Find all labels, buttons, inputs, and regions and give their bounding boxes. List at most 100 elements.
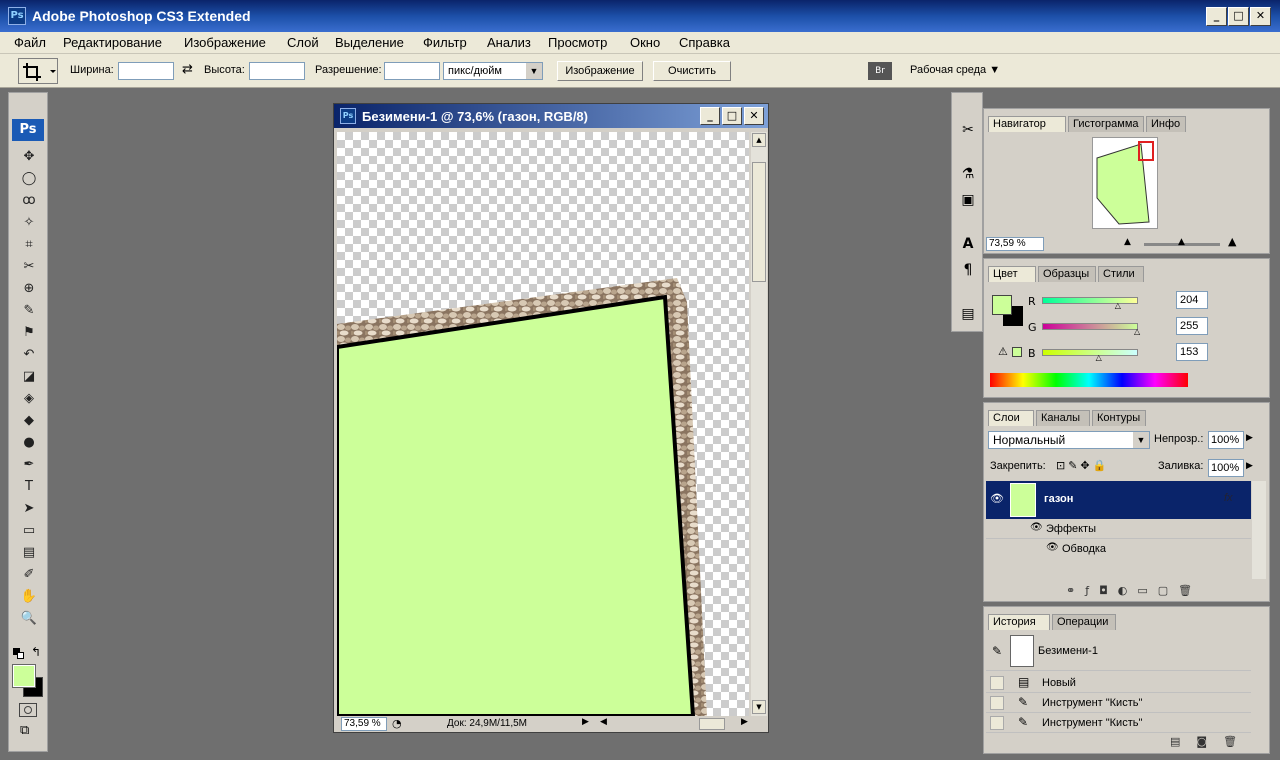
paint-bucket-icon[interactable]: ◈ [17,389,41,409]
r-slider-thumb-icon[interactable]: △ [1115,301,1121,310]
clone-source-icon[interactable]: ⚗ [956,163,980,185]
slice-tool-icon[interactable]: ✂ [17,257,41,277]
tab-channels[interactable]: Каналы [1036,410,1090,426]
doc-close-button[interactable]: ✕ [744,107,764,125]
maximize-button[interactable]: □ [1228,7,1249,26]
doc-maximize-button[interactable]: □ [722,107,742,125]
history-item-brush-2[interactable]: ✎ Инструмент "Кисть" [986,713,1251,733]
layers-scrollbar[interactable] [1252,481,1266,579]
healing-brush-icon[interactable]: ⊕ [17,279,41,299]
foreground-color-swatch[interactable] [12,664,36,688]
menu-filter[interactable]: Фильтр [423,35,467,50]
menu-file[interactable]: Файл [14,35,46,50]
menu-select[interactable]: Выделение [335,35,404,50]
tab-swatches[interactable]: Образцы [1038,266,1096,282]
r-value-input[interactable]: 204 [1176,291,1208,309]
tab-paths[interactable]: Контуры [1092,410,1146,426]
g-value-input[interactable]: 255 [1176,317,1208,335]
dodge-tool-icon[interactable]: ● [17,433,41,453]
scroll-right-icon[interactable]: ▶ [741,717,748,727]
resolution-input[interactable] [384,62,440,80]
menu-image[interactable]: Изображение [184,35,266,50]
zoom-in-icon[interactable]: ▲ [1228,235,1236,248]
menu-edit[interactable]: Редактирование [63,35,162,50]
tab-actions[interactable]: Операции [1052,614,1116,630]
clear-button[interactable]: Очистить [653,61,731,81]
document-title-bar[interactable]: Ps Безимени-1 @ 73,6% (газон, RGB/8) _ □… [334,104,768,128]
vertical-scrollbar[interactable]: ▲ ▼ [751,132,767,716]
front-image-button[interactable]: Изображение [557,61,643,81]
document-window[interactable]: Ps Безимени-1 @ 73,6% (газон, RGB/8) _ □… [333,103,769,733]
close-button[interactable]: ✕ [1250,7,1271,26]
menu-window[interactable]: Окно [630,35,660,50]
history-source-checkbox[interactable] [990,716,1004,730]
swap-icon[interactable]: ⇄ [182,62,193,77]
quick-mask-icon[interactable] [19,703,37,717]
workspace-menu[interactable]: Рабочая среда ▼ [910,64,1000,76]
history-brush-icon[interactable]: ↶ [17,345,41,365]
menu-layer[interactable]: Слой [287,35,319,50]
marquee-tool-icon[interactable]: ◯ [17,169,41,189]
layers-footer-buttons[interactable]: ⚭ƒ◘◐▭▢🗑 [984,581,1269,601]
doc-minimize-button[interactable]: _ [700,107,720,125]
character-icon[interactable]: A [956,233,980,255]
pen-tool-icon[interactable]: ✒ [17,455,41,475]
layer-effects-row[interactable]: 👁 Эффекты [986,519,1251,539]
fill-input[interactable]: 100% [1208,459,1244,477]
menu-view[interactable]: Просмотр [548,35,607,50]
magic-wand-icon[interactable]: ✧ [17,213,41,233]
scroll-left-icon[interactable]: ◀ [600,717,607,727]
status-arrow-icon[interactable]: ▶ [582,717,589,727]
brush-tool-icon[interactable]: ✎ [17,301,41,321]
lasso-tool-icon[interactable]: ꝏ [17,191,41,211]
layer-fx-icon[interactable]: fx [1224,492,1233,504]
history-item-new[interactable]: ▤ Новый [986,673,1251,693]
tab-color[interactable]: Цвет [988,266,1036,282]
default-colors-icon[interactable] [13,648,25,660]
bridge-icon[interactable]: Br [868,62,892,80]
history-source-checkbox[interactable] [990,676,1004,690]
zoom-tool-icon[interactable]: 🔍 [17,609,41,629]
menu-help[interactable]: Справка [679,35,730,50]
blur-tool-icon[interactable]: ◆ [17,411,41,431]
eraser-tool-icon[interactable]: ◪ [17,367,41,387]
out-of-gamut-icon[interactable]: ⚠ [998,345,1008,358]
r-slider[interactable]: △ [1042,297,1138,310]
tab-navigator[interactable]: Навигатор [988,116,1066,132]
tool-preset-picker[interactable] [18,58,58,84]
effects-eye-icon[interactable]: 👁 [1030,522,1043,533]
status-menu-icon[interactable]: ◔ [392,717,402,730]
minimize-button[interactable]: _ [1206,7,1227,26]
scroll-thumb[interactable] [752,162,766,282]
title-bar[interactable]: Ps Adobe Photoshop CS3 Extended _ □ ✕ [0,0,1280,32]
eyedropper-icon[interactable]: ✐ [17,565,41,585]
menu-analysis[interactable]: Анализ [487,35,531,50]
notes-tool-icon[interactable]: ▤ [17,543,41,563]
navigator-thumbnail[interactable] [1092,137,1158,229]
layer-comps-icon[interactable]: ▤ [956,303,980,325]
path-selection-icon[interactable]: ➤ [17,499,41,519]
history-source-checkbox[interactable] [990,696,1004,710]
document-canvas[interactable] [337,132,749,716]
paragraph-icon[interactable]: ¶ [956,259,980,281]
color-fg-swatch[interactable] [992,295,1012,315]
scroll-up-icon[interactable]: ▲ [752,133,766,147]
swap-colors-icon[interactable]: ↰ [31,645,41,659]
horizontal-scroll-thumb[interactable] [699,718,725,730]
clone-stamp-icon[interactable]: ⚑ [17,323,41,343]
opacity-input[interactable]: 100% [1208,431,1244,449]
history-item-brush-1[interactable]: ✎ Инструмент "Кисть" [986,693,1251,713]
zoom-field[interactable]: 73,59 % [341,717,387,731]
layer-row-lawn[interactable]: 👁 газон fx [986,481,1251,519]
history-brush-source-icon[interactable]: ✎ [992,644,1002,658]
b-value-input[interactable]: 153 [1176,343,1208,361]
history-footer-buttons[interactable]: ▤◙🗑 [984,733,1269,751]
ps-logo[interactable]: Ps [12,119,44,141]
zoom-out-icon[interactable]: ▲ [1124,237,1131,247]
width-input[interactable] [118,62,174,80]
navigator-zoom-field[interactable]: 73,59 % [986,237,1044,251]
tool-presets-icon[interactable]: ✂ [956,119,980,141]
stroke-eye-icon[interactable]: 👁 [1046,542,1059,553]
b-slider[interactable]: △ [1042,349,1138,362]
visibility-eye-icon[interactable]: 👁 [990,492,1004,505]
